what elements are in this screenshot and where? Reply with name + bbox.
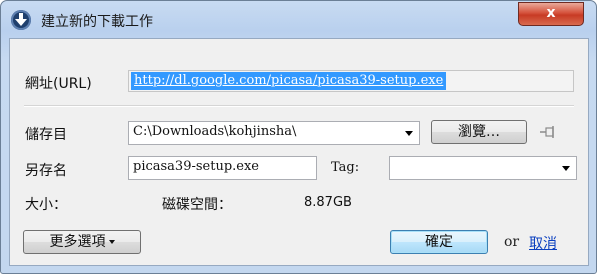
title-bar[interactable]: 建立新的下載工作 x: [1, 1, 596, 37]
more-options-label: 更多選項: [49, 234, 106, 250]
save-name-label: 另存名: [25, 163, 67, 179]
more-options-button[interactable]: 更多選項: [23, 230, 141, 254]
url-label: 網址(URL): [25, 76, 92, 92]
window-title: 建立新的下載工作: [41, 14, 153, 30]
save-folder-combo[interactable]: C:\Downloads\kohjinsha\: [128, 121, 420, 145]
close-button[interactable]: x: [518, 2, 584, 26]
separator: [24, 105, 574, 107]
download-icon: [11, 10, 31, 30]
close-icon: x: [546, 5, 556, 21]
or-text: or: [504, 234, 520, 250]
filename-value: picasa39-setup.exe: [133, 159, 260, 174]
tag-label: Tag:: [331, 160, 360, 175]
save-folder-value: C:\Downloads\kohjinsha\: [133, 124, 297, 139]
url-value[interactable]: http://dl.google.com/picasa/picasa39-set…: [131, 72, 447, 90]
chevron-down-icon[interactable]: [405, 131, 413, 136]
pin-icon[interactable]: [540, 125, 558, 139]
browse-button[interactable]: 瀏覽…: [431, 120, 527, 144]
cancel-link[interactable]: 取消: [529, 233, 557, 253]
download-dialog: 建立新的下載工作 x 網址(URL) http://dl.google.com/…: [0, 0, 597, 274]
disk-space-value: 8.87GB: [304, 195, 352, 210]
disk-space-label: 磁碟空間：: [162, 197, 232, 213]
url-field[interactable]: http://dl.google.com/picasa/picasa39-set…: [128, 70, 574, 92]
chevron-down-icon: [108, 240, 115, 244]
ok-button[interactable]: 確定: [390, 230, 488, 254]
filename-input[interactable]: picasa39-setup.exe: [128, 156, 317, 180]
tag-combo[interactable]: [389, 156, 577, 180]
dialog-body: 網址(URL) http://dl.google.com/picasa/pica…: [9, 38, 589, 266]
chevron-down-icon[interactable]: [562, 166, 570, 171]
save-folder-label: 儲存目: [25, 127, 67, 143]
size-label: 大小：: [25, 197, 67, 213]
